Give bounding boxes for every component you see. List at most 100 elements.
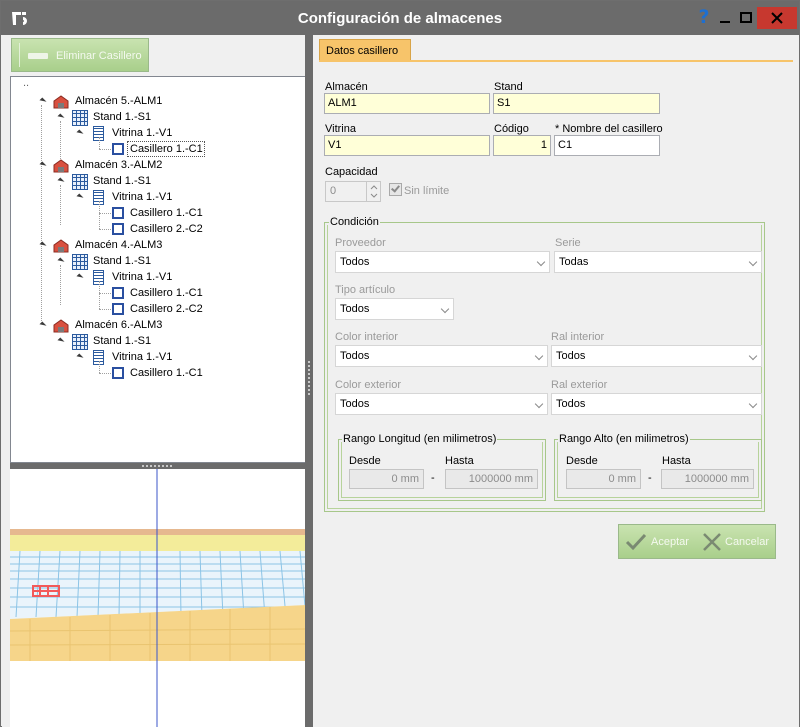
proveedor-select[interactable]: Todos — [335, 251, 550, 273]
capacidad-value: 0 — [330, 185, 337, 197]
range-separator: - — [648, 472, 652, 484]
storage-tree[interactable]: .. Almacén 5.-ALM1 Stand 1.-S1 Vitrina 1… — [10, 76, 306, 463]
3d-scene — [10, 469, 306, 727]
tree-node-label: Almacén 5.-ALM1 — [75, 95, 163, 107]
vitrina-field[interactable]: V1 — [324, 135, 490, 156]
alto-desde-field[interactable]: 0 mm — [566, 469, 641, 489]
tree-node-label: Stand 1.-S1 — [93, 335, 152, 347]
proveedor-label: Proveedor — [335, 237, 386, 249]
tree-node-stand[interactable]: Stand 1.-S1 — [55, 110, 255, 126]
stepper-buttons[interactable] — [366, 182, 380, 201]
minimize-button[interactable] — [713, 7, 737, 29]
collapse-toggle-icon[interactable] — [57, 257, 65, 265]
chevron-down-icon — [534, 399, 544, 409]
ral-interior-label: Ral interior — [551, 331, 605, 343]
vertical-splitter[interactable] — [305, 35, 313, 727]
close-button[interactable] — [757, 7, 797, 29]
tree-node-almacen[interactable]: Almacén 3.-ALM2 — [37, 158, 237, 174]
rango-alto-group: Rango Alto (en milimetros) Desde Hasta 0… — [554, 433, 762, 501]
delete-casillero-button[interactable]: Eliminar Casillero — [11, 38, 149, 72]
tree-node-label: Casillero 1.-C1 — [130, 367, 203, 379]
codigo-field[interactable]: 1 — [493, 135, 551, 156]
tree-node-label: Stand 1.-S1 — [93, 111, 152, 123]
tipo-articulo-label: Tipo artículo — [335, 284, 396, 296]
longitud-hasta-field[interactable]: 1000000 mm — [445, 469, 538, 489]
collapse-toggle-icon[interactable] — [39, 161, 47, 169]
tree-node-label: Casillero 2.-C2 — [130, 303, 203, 315]
codigo-label: Código — [494, 123, 529, 135]
almacen-label: Almacén — [325, 81, 368, 93]
tree-node-label: Casillero 1.-C1 — [130, 143, 203, 155]
range-separator: - — [431, 472, 435, 484]
tipo-articulo-select[interactable]: Todos — [335, 298, 454, 320]
almacen-field[interactable]: ALM1 — [324, 93, 490, 114]
hasta-label: Hasta — [662, 455, 691, 467]
stand-icon — [72, 174, 88, 190]
casillero-icon — [112, 303, 124, 315]
ral-exterior-label: Ral exterior — [551, 379, 608, 391]
tree-node-vitrina[interactable]: Vitrina 1.-V1 — [74, 350, 274, 366]
capacidad-label: Capacidad — [325, 166, 378, 178]
alto-hasta-field[interactable]: 1000000 mm — [661, 469, 754, 489]
aceptar-label: Aceptar — [651, 536, 689, 548]
stand-field[interactable]: S1 — [493, 93, 660, 114]
tree-node-casillero[interactable]: Casillero 1.-C1 — [111, 366, 211, 382]
color-exterior-select[interactable]: Todos — [335, 393, 548, 415]
collapse-toggle-icon[interactable] — [57, 337, 65, 345]
tree-node-almacen[interactable]: Almacén 5.-ALM1 — [37, 94, 237, 110]
tree-node-label: Almacén 3.-ALM2 — [75, 159, 163, 171]
maximize-button[interactable] — [735, 7, 759, 29]
collapse-toggle-icon[interactable] — [39, 321, 47, 329]
left-pane: Eliminar Casillero .. Almacén 5.-ALM1 St… — [2, 35, 307, 727]
config-window: Configuración de almacenes ? Eliminar Ca… — [0, 0, 800, 727]
tree-node-casillero[interactable]: Casillero 1.-C1 — [111, 206, 211, 222]
warehouse-icon — [53, 95, 69, 109]
tree-node-almacen[interactable]: Almacén 4.-ALM3 — [37, 238, 237, 254]
tree-node-label: Casillero 1.-C1 — [130, 287, 203, 299]
collapse-toggle-icon[interactable] — [76, 129, 84, 137]
collapse-toggle-icon[interactable] — [76, 353, 84, 361]
collapse-toggle-icon[interactable] — [39, 241, 47, 249]
serie-select[interactable]: Todas — [554, 251, 762, 273]
tree-root-label: .. — [23, 77, 30, 89]
longitud-desde-field[interactable]: 0 mm — [349, 469, 424, 489]
ral-exterior-select[interactable]: Todos — [551, 393, 762, 415]
ral-interior-select[interactable]: Todos — [551, 345, 762, 367]
rango-longitud-group: Rango Longitud (en milimetros) Desde Has… — [338, 433, 546, 501]
nombre-casillero-field[interactable]: C1 — [554, 135, 660, 156]
chevron-down-icon — [748, 257, 758, 267]
tree-node-stand[interactable]: Stand 1.-S1 — [55, 174, 255, 190]
toolbar-grip — [19, 43, 20, 67]
tree-node-vitrina[interactable]: Vitrina 1.-V1 — [74, 126, 274, 142]
hasta-label: Hasta — [445, 455, 474, 467]
collapse-toggle-icon[interactable] — [39, 97, 47, 105]
checkmark-icon — [625, 533, 647, 551]
cancelar-label: Cancelar — [725, 536, 770, 548]
collapse-toggle-icon[interactable] — [57, 113, 65, 121]
sin-limite-checkbox[interactable] — [389, 183, 402, 196]
aceptar-button[interactable]: Aceptar — [619, 525, 697, 558]
collapse-toggle-icon[interactable] — [76, 193, 84, 201]
tree-node-casillero[interactable]: Casillero 1.-C1 — [111, 286, 211, 302]
color-interior-select[interactable]: Todos — [335, 345, 548, 367]
tree-node-label: Vitrina 1.-V1 — [112, 351, 173, 363]
3d-viewport[interactable] — [10, 469, 306, 727]
tree-node-stand[interactable]: Stand 1.-S1 — [55, 254, 255, 270]
tree-node-almacen[interactable]: Almacén 6.-ALM3 — [37, 318, 237, 334]
collapse-toggle-icon[interactable] — [76, 273, 84, 281]
capacidad-stepper[interactable]: 0 — [325, 181, 381, 202]
tree-node-stand[interactable]: Stand 1.-S1 — [55, 334, 255, 350]
tree-node-casillero[interactable]: Casillero 2.-C2 — [111, 222, 211, 238]
tab-datos-casillero[interactable]: Datos casillero — [319, 39, 411, 61]
action-buttons: Aceptar Cancelar — [618, 524, 776, 559]
tree-node-vitrina[interactable]: Vitrina 1.-V1 — [74, 190, 274, 206]
cancelar-button[interactable]: Cancelar — [697, 525, 775, 558]
collapse-toggle-icon[interactable] — [57, 177, 65, 185]
tree-node-casillero[interactable]: Casillero 1.-C1 — [111, 141, 211, 158]
delete-icon — [28, 53, 48, 59]
tree-node-vitrina[interactable]: Vitrina 1.-V1 — [74, 270, 274, 286]
chevron-down-icon — [748, 399, 758, 409]
warehouse-icon — [53, 159, 69, 173]
tree-node-casillero[interactable]: Casillero 2.-C2 — [111, 302, 211, 318]
desde-label: Desde — [349, 455, 381, 467]
